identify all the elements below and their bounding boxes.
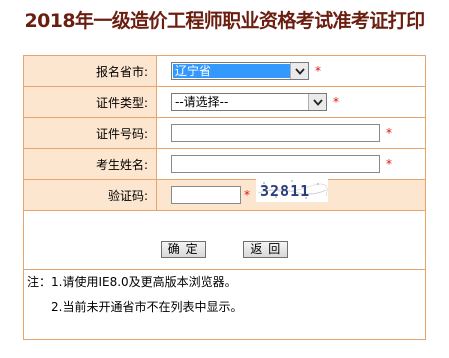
page-title: 2018年一级造价工程师职业资格考试准考证打印 [24, 10, 425, 32]
required-mark: * [315, 63, 321, 78]
notes-row: 注：1.请使用IE8.0及更高版本浏览器。 2.当前未开通省市不在列表中显示。 [23, 269, 426, 340]
note-line-2: 2.当前未开通省市不在列表中显示。 [51, 300, 243, 314]
name-row: 考生姓名: * [23, 148, 426, 180]
captcha-label: 验证码: [23, 179, 157, 211]
id-type-row: 证件类型: --请选择-- * [23, 86, 426, 118]
captcha-input[interactable] [171, 186, 241, 204]
captcha-code: 32811 [260, 182, 310, 200]
chevron-down-icon[interactable] [308, 94, 326, 110]
back-button[interactable]: 返 回 [243, 240, 289, 258]
id-type-select-value: --请选择-- [175, 95, 229, 109]
captcha-image[interactable]: 32811 [255, 178, 328, 202]
captcha-row: 验证码: * 32811 [23, 178, 426, 211]
required-mark: * [333, 94, 339, 109]
id-number-input[interactable] [171, 124, 380, 142]
id-number-row: 证件号码: * [23, 117, 426, 149]
buttons-row: 确 定 返 回 [23, 210, 426, 270]
admission-ticket-form: 报名省市: 辽宁省 * 证件类型: --请选择-- * 证件号码: * 考生姓名… [23, 55, 426, 340]
name-label: 考生姓名: [23, 148, 157, 180]
required-mark: * [386, 125, 392, 140]
province-row: 报名省市: 辽宁省 * [23, 55, 426, 87]
province-select[interactable]: 辽宁省 [171, 62, 309, 80]
id-number-label: 证件号码: [23, 117, 157, 149]
note-line-1: 注：1.请使用IE8.0及更高版本浏览器。 [27, 275, 237, 289]
id-type-label: 证件类型: [23, 86, 157, 118]
id-type-select[interactable]: --请选择-- [171, 93, 327, 111]
confirm-button[interactable]: 确 定 [160, 240, 206, 258]
chevron-down-icon[interactable] [290, 63, 308, 79]
required-mark: * [244, 187, 250, 202]
required-mark: * [386, 156, 392, 171]
province-label: 报名省市: [23, 55, 157, 87]
name-input[interactable] [171, 155, 380, 173]
province-select-value: 辽宁省 [173, 64, 290, 78]
